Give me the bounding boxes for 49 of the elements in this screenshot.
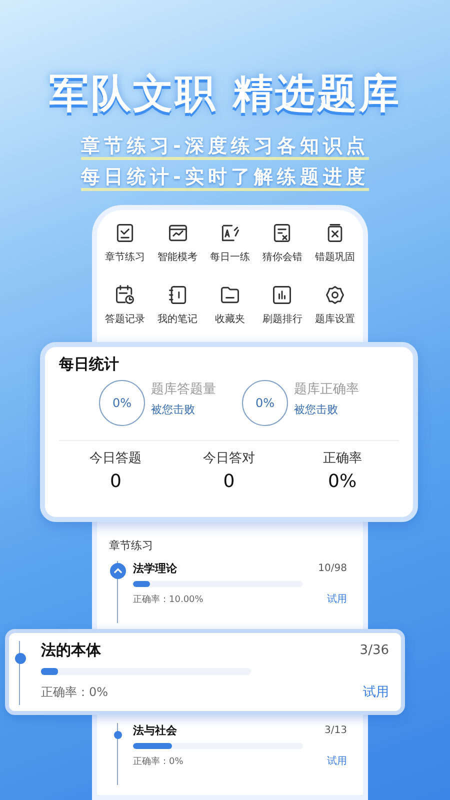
try-link[interactable]: 试用: [327, 592, 347, 606]
card-title: 每日统计: [59, 355, 120, 374]
menu-item[interactable]: 猜你会错: [256, 222, 309, 264]
calendar-icon: [114, 284, 136, 306]
progress-count: 3/13: [324, 725, 347, 736]
folder-icon: [218, 284, 241, 306]
try-link[interactable]: 试用: [363, 683, 389, 701]
notebook-icon: [166, 284, 189, 306]
try-link[interactable]: 试用: [327, 754, 347, 768]
progress-count: 3/36: [360, 643, 389, 658]
menu-item[interactable]: 刷题排行: [256, 284, 309, 326]
menu-item[interactable]: 错题巩固: [308, 222, 361, 264]
chapter-item[interactable]: 法的本体 3/36 正确率：0% 试用: [5, 629, 405, 715]
stat-note: 被您击败: [294, 402, 339, 416]
menu-item[interactable]: 题库设置: [308, 284, 361, 326]
menu-item[interactable]: 每日一练: [204, 222, 256, 264]
chapter-title: 法的本体: [41, 641, 101, 660]
collapse-icon[interactable]: [110, 563, 126, 579]
stat-label: 题库答题量: [151, 380, 216, 398]
menu-item[interactable]: 答题记录: [99, 284, 152, 326]
gear-icon: [324, 284, 346, 306]
chart-icon: [166, 222, 189, 244]
stat-value: 0: [223, 471, 235, 492]
headline: 军队文职 精选题库: [49, 70, 401, 119]
bar-chart-icon: [271, 284, 294, 306]
chapter-title: 法与社会: [133, 723, 177, 738]
menu-item[interactable]: 我的笔记: [151, 284, 204, 326]
section-title: 章节练习: [109, 538, 154, 553]
progress-ring: 0%: [242, 380, 288, 426]
accuracy-text: 正确率：0%: [133, 756, 184, 768]
chapter-title: 法学理论: [133, 561, 177, 576]
stat-label: 今日答对: [202, 450, 255, 467]
chapter-item[interactable]: 法与社会 3/13 正确率：0% 试用: [109, 723, 363, 785]
subtitle: 每日统计-实时了解练题进度: [81, 166, 369, 191]
stat-note: 被您击败: [151, 402, 196, 416]
stat-label: 题库正确率: [294, 380, 359, 398]
menu-item[interactable]: 收藏夹: [204, 284, 256, 326]
stat-label: 正确率: [322, 450, 362, 467]
progress-count: 10/98: [318, 563, 347, 574]
subtitle: 章节练习-深度练习各知识点: [81, 135, 369, 160]
menu-item[interactable]: 智能模考: [151, 222, 204, 264]
chapter-item[interactable]: 法学理论 10/98 正确率：10.00% 试用: [109, 561, 363, 623]
progress-ring: 0%: [99, 380, 145, 426]
stat-label: 今日答题: [90, 450, 142, 467]
accuracy-text: 正确率：0%: [41, 684, 108, 700]
stat-value: 0%: [328, 471, 357, 492]
stat-value: 0: [110, 471, 122, 492]
accuracy-text: 正确率：10.00%: [133, 594, 204, 606]
menu-item[interactable]: 章节练习: [99, 222, 152, 264]
